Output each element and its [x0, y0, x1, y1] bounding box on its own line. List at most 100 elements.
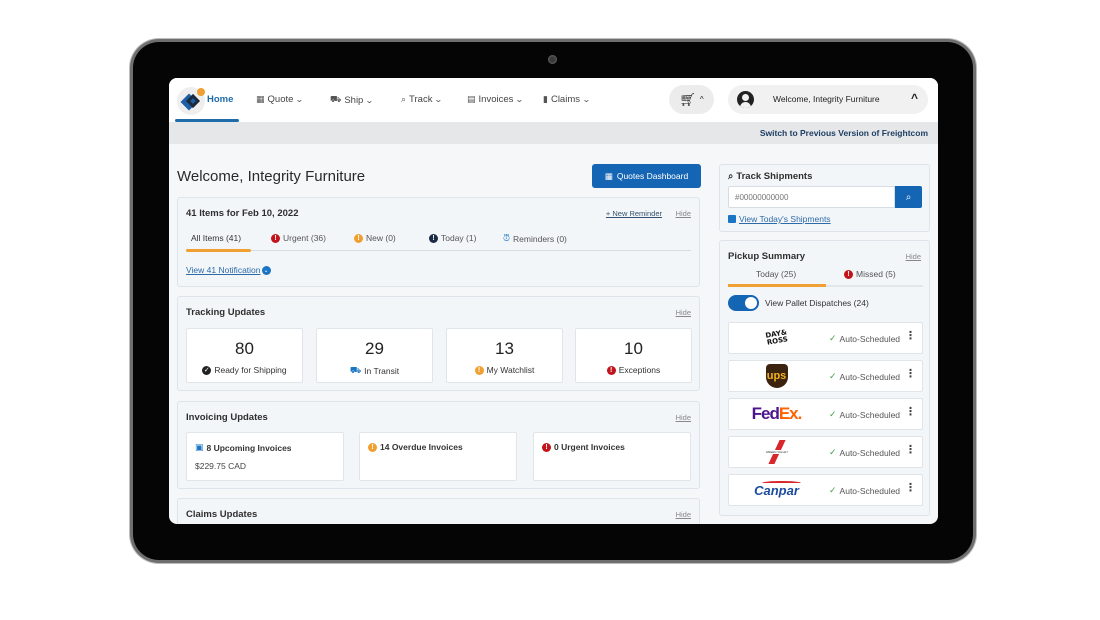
hide-link[interactable]: Hide	[906, 252, 921, 261]
overdue-invoices-box[interactable]: ! 14 Overdue Invoices	[359, 432, 517, 481]
page-title: Welcome, Integrity Furniture	[177, 168, 366, 185]
pickup-summary-title: Pickup Summary	[728, 251, 806, 262]
more-options-icon[interactable]: ⋮	[905, 331, 916, 342]
switch-version-link[interactable]: Switch to Previous Version of Freightcom	[760, 128, 928, 138]
view-notifications-label: View 41 Notification	[186, 265, 261, 275]
stat-in-transit[interactable]: 29 ⛟ In Transit	[316, 328, 433, 383]
carrier-row-green-valley[interactable]: GREEN VALLEY ✓ Auto-Scheduled ⋮	[728, 436, 923, 468]
more-options-icon[interactable]: ⋮	[905, 445, 916, 456]
tab-all-items-label: All Items (41)	[191, 233, 242, 243]
upcoming-invoices-label: 8 Upcoming Invoices	[206, 442, 292, 453]
tab-today[interactable]: ! Today (1)	[429, 233, 476, 243]
error-icon: !	[271, 233, 280, 243]
file-invoice-icon: ▤	[467, 94, 476, 104]
stat-ready-for-shipping[interactable]: 80 ✓ Ready for Shipping	[186, 328, 303, 383]
overdue-invoices-label: 14 Overdue Invoices	[380, 442, 463, 452]
user-menu[interactable]: Welcome, Integrity Furniture ^	[728, 85, 928, 114]
tab-new[interactable]: ! New (0)	[354, 233, 396, 243]
view-todays-shipments-label: View Today's Shipments	[739, 214, 831, 224]
more-options-icon[interactable]: ⋮	[905, 369, 916, 380]
stat-my-watchlist[interactable]: 13 ! My Watchlist	[446, 328, 563, 383]
stat-value: 13	[495, 339, 514, 358]
file-icon: ▮	[543, 94, 548, 104]
carrier-row-ups[interactable]: ups ✓ Auto-Scheduled ⋮	[728, 360, 923, 392]
urgent-invoices-box[interactable]: ! 0 Urgent Invoices	[533, 432, 691, 481]
chevron-down-icon: ⌄	[434, 95, 444, 104]
nav-quote[interactable]: ▦ Quote ⌄	[256, 94, 305, 105]
day-ross-logo: DAY& ROSS	[764, 328, 789, 347]
upcoming-invoices-amount: $229.75 CAD	[195, 461, 247, 471]
error-icon: !	[606, 365, 616, 375]
stat-label: Ready for Shipping	[214, 365, 287, 375]
nav-invoices[interactable]: ▤ Invoices ⌄	[467, 94, 524, 105]
hide-link[interactable]: Hide	[676, 308, 691, 317]
carrier-row-fedex[interactable]: FedEx. ✓ Auto-Scheduled ⋮	[728, 398, 923, 430]
tab-urgent-label: Urgent (36)	[283, 233, 326, 243]
nav-track[interactable]: ⌕ Track ⌄	[401, 94, 444, 105]
check-icon: ✓	[829, 485, 837, 495]
carrier-status: Auto-Scheduled	[839, 485, 901, 496]
cart-button[interactable]: 🛒︎ ^	[669, 85, 714, 114]
user-greeting: Welcome, Integrity Furniture	[773, 94, 880, 104]
search-icon: ⌕	[401, 94, 407, 104]
upcoming-invoices-box[interactable]: ▣ 8 Upcoming Invoices $229.75 CAD	[186, 432, 344, 481]
tab-reminders[interactable]: ⏰︎ Reminders (0)	[503, 233, 567, 244]
more-options-icon[interactable]: ⋮	[905, 407, 916, 418]
warning-icon: !	[354, 233, 363, 243]
invoicing-updates-card: Invoicing Updates Hide ▣ 8 Upcoming Invo…	[177, 401, 700, 489]
tab-today[interactable]: Today (25)	[756, 269, 796, 279]
tab-all-items[interactable]: All Items (41)	[191, 233, 241, 243]
check-circle-icon: ✓	[202, 365, 212, 375]
track-search-button[interactable]: ⌕	[895, 186, 922, 208]
nav-claims-label: Claims	[550, 94, 580, 105]
more-options-icon[interactable]: ⋮	[905, 483, 916, 494]
new-reminder-link[interactable]: + New Reminder	[606, 209, 662, 218]
bezel-bottom	[169, 524, 938, 554]
error-icon: !	[844, 269, 853, 279]
nav-track-label: Track	[409, 94, 433, 105]
carrier-status: Auto-Scheduled	[839, 333, 901, 344]
hide-link[interactable]: Hide	[676, 413, 691, 422]
ups-logo: ups	[739, 361, 814, 391]
tab-today-label: Today (25)	[756, 269, 797, 279]
info-icon: !	[429, 233, 438, 243]
error-icon: !	[542, 442, 551, 452]
urgent-invoices-label: 0 Urgent Invoices	[554, 442, 625, 452]
items-card: 41 Items for Feb 10, 2022 + New Reminder…	[177, 197, 700, 287]
items-tabs: All Items (41) ! Urgent (36) ! New (0) !…	[186, 233, 691, 252]
search-icon: ⌕	[905, 191, 912, 203]
active-tab-indicator	[186, 249, 251, 252]
check-icon: ✓	[829, 447, 837, 457]
freightcom-logo[interactable]	[177, 87, 205, 115]
view-todays-shipments-link[interactable]: View Today's Shipments	[728, 214, 831, 224]
hide-link[interactable]: Hide	[676, 209, 691, 218]
calendar-icon	[728, 215, 736, 223]
stat-value: 80	[235, 339, 254, 358]
nav-ship[interactable]: ⛟ Ship ⌄	[330, 94, 374, 106]
fedex-logo: FedEx.	[751, 404, 803, 423]
carrier-row-canpar[interactable]: Canpar ✓ Auto-Scheduled ⋮	[728, 474, 923, 506]
hide-link[interactable]: Hide	[676, 510, 691, 519]
logo-dot	[197, 88, 205, 96]
cart-icon: 🛒︎	[679, 91, 696, 107]
tab-urgent[interactable]: ! Urgent (36)	[271, 233, 326, 243]
tab-reminders-label: Reminders (0)	[513, 233, 567, 244]
check-icon: ✓	[829, 333, 837, 343]
tracking-number-input[interactable]	[728, 186, 895, 208]
pallet-dispatches-toggle[interactable]	[728, 295, 759, 311]
stat-label: Exceptions	[618, 365, 661, 375]
nav-claims[interactable]: ▮ Claims ⌄	[543, 94, 591, 105]
carrier-row-day-ross[interactable]: DAY& ROSS ✓ Auto-Scheduled ⋮	[728, 322, 923, 354]
toggle-knob	[745, 297, 757, 309]
nav-home[interactable]: Home	[207, 94, 233, 105]
quotes-dashboard-button[interactable]: ▦ Quotes Dashboard	[592, 164, 701, 188]
track-shipments-title: Track Shipments	[736, 171, 813, 182]
tab-missed[interactable]: ! Missed (5)	[844, 269, 896, 279]
view-notifications-link[interactable]: View 41 Notification ⌄	[186, 265, 271, 275]
stat-exceptions[interactable]: 10 ! Exceptions	[575, 328, 692, 383]
stat-label: In Transit	[364, 366, 400, 376]
nav-ship-label: Ship	[344, 94, 364, 106]
warning-icon: !	[474, 365, 484, 375]
chevron-down-icon: ⌄	[295, 95, 305, 104]
active-tab-indicator	[728, 284, 826, 287]
